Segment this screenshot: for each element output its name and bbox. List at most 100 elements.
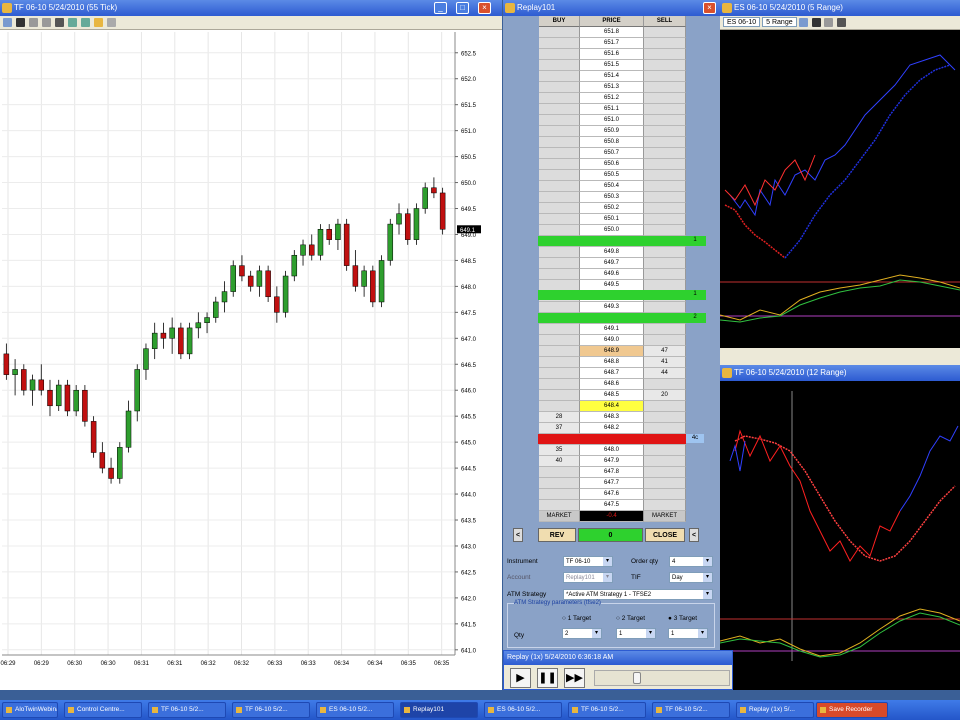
taskbar-item[interactable]: TF 06-10 5/2... xyxy=(568,702,646,718)
dom-price-row[interactable]: 650.9 xyxy=(539,126,686,137)
dom-price-cell[interactable]: 651.8 xyxy=(580,27,644,38)
dom-price-row[interactable]: 37 648.2 xyxy=(539,423,686,434)
dom-buy-cell[interactable] xyxy=(539,181,580,192)
dom-price-cell[interactable]: 648.9 xyxy=(580,346,644,357)
left-arrow-icon[interactable]: < xyxy=(513,528,523,542)
settings-icon[interactable] xyxy=(106,18,116,27)
candle-body[interactable] xyxy=(73,389,79,412)
dom-price-row[interactable]: 650.4 xyxy=(539,181,686,192)
dom-price-row[interactable]: 649.1 xyxy=(539,324,686,335)
close-position-button[interactable]: CLOSE xyxy=(645,528,685,542)
candle-body[interactable] xyxy=(108,467,114,479)
pencil-icon[interactable] xyxy=(15,18,25,27)
dom-price-row[interactable]: 648.8 41 xyxy=(539,357,686,368)
candle-body[interactable] xyxy=(82,389,88,422)
dom-price-cell[interactable]: 650.7 xyxy=(580,148,644,159)
candle-body[interactable] xyxy=(335,223,341,240)
dom-buy-cell[interactable] xyxy=(539,137,580,148)
taskbar-item[interactable]: TF 06-10 5/2... xyxy=(232,702,310,718)
dom-sell-cell[interactable] xyxy=(644,423,686,434)
candle-body[interactable] xyxy=(117,447,123,479)
dom-buy-cell[interactable] xyxy=(539,71,580,82)
candle-body[interactable] xyxy=(247,275,254,287)
dom-buy-cell[interactable] xyxy=(539,93,580,104)
dom-price-cell[interactable]: 651.0 xyxy=(580,115,644,126)
dom-price-cell[interactable]: 649.0 xyxy=(580,335,644,346)
candlestick-chart[interactable]: 652.5 652.0 651.5 651.0 650.5 650.0 649.5 649.0… xyxy=(0,30,502,680)
close-icon[interactable]: × xyxy=(478,2,491,14)
candle-body[interactable] xyxy=(221,291,228,303)
dom-price-cell[interactable]: 648.8 xyxy=(580,357,644,368)
candle-body[interactable] xyxy=(125,410,132,448)
green-badge-3[interactable]: 2 xyxy=(686,313,704,322)
dom-price-row[interactable]: 651.2 xyxy=(539,93,686,104)
dom-sell-cell[interactable] xyxy=(644,170,686,181)
dom-price-row[interactable]: 650.2 xyxy=(539,203,686,214)
dom-price-cell[interactable]: 649.7 xyxy=(580,258,644,269)
dom-price-row[interactable]: 650.6 xyxy=(539,159,686,170)
dom-price-cell[interactable]: 649.6 xyxy=(580,269,644,280)
dom-buy-cell[interactable] xyxy=(539,203,580,214)
dom-price-row[interactable]: 650.1 xyxy=(539,214,686,225)
dom-price-row[interactable]: 648.4 xyxy=(539,401,686,412)
dom-sell-cell[interactable] xyxy=(644,27,686,38)
dom-price-row[interactable]: 648.7 44 xyxy=(539,368,686,379)
dom-order-row-green-3[interactable] xyxy=(538,313,706,323)
atm-strategy-select[interactable]: *Active ATM Strategy 1 - TFSE2 xyxy=(563,589,713,600)
dom-price-cell[interactable]: 650.4 xyxy=(580,181,644,192)
candle-body[interactable] xyxy=(195,322,202,329)
dom-sell-cell[interactable] xyxy=(644,115,686,126)
dom-buy-cell[interactable] xyxy=(539,126,580,137)
dom-sell-cell[interactable] xyxy=(644,269,686,280)
dom-buy-cell[interactable]: 35 xyxy=(539,445,580,456)
dom-price-cell[interactable]: 651.4 xyxy=(580,71,644,82)
candle-body[interactable] xyxy=(55,384,62,407)
superdom-window[interactable]: Replay101 × BUY PRICE SELL 651.8 651.7 651… xyxy=(503,0,720,690)
properties-icon[interactable] xyxy=(67,18,77,27)
dom-sell-cell[interactable] xyxy=(644,467,686,478)
candle-body[interactable] xyxy=(12,369,18,375)
dom-sell-cell[interactable] xyxy=(644,225,686,236)
dom-buy-cell[interactable] xyxy=(539,335,580,346)
dom-price-row[interactable]: 648.5 20 xyxy=(539,390,686,401)
dom-sell-cell[interactable]: 47 xyxy=(644,346,686,357)
dom-price-cell[interactable]: 651.1 xyxy=(580,104,644,115)
candle-body[interactable] xyxy=(143,348,149,370)
candle-body[interactable] xyxy=(265,270,271,298)
dom-sell-cell[interactable] xyxy=(644,324,686,335)
dom-price-row[interactable]: 651.7 xyxy=(539,38,686,49)
dom-buy-cell[interactable] xyxy=(539,379,580,390)
dom-buy-cell[interactable] xyxy=(539,115,580,126)
taskbar-item[interactable]: Control Centre... xyxy=(64,702,142,718)
candle-body[interactable] xyxy=(90,421,97,453)
dom-sell-cell[interactable] xyxy=(644,214,686,225)
dom-price-cell[interactable]: 648.6 xyxy=(580,379,644,390)
qty-3-input[interactable]: 1 xyxy=(668,628,708,639)
dom-price-cell[interactable]: 651.7 xyxy=(580,38,644,49)
indicators-icon[interactable] xyxy=(80,18,90,27)
candle-body[interactable] xyxy=(160,332,167,339)
play-icon[interactable]: ▶ xyxy=(510,668,531,688)
dom-price-row[interactable]: 40 647.9 xyxy=(539,456,686,467)
dom-price-cell[interactable]: 650.0 xyxy=(580,225,644,236)
chart2-cursor-icon[interactable] xyxy=(798,18,808,27)
candle-body[interactable] xyxy=(256,270,263,287)
dom-buy-cell[interactable] xyxy=(539,401,580,412)
dom-sell-cell[interactable] xyxy=(644,93,686,104)
dom-buy-cell[interactable] xyxy=(539,60,580,71)
dom-stop-row-red[interactable] xyxy=(538,434,686,444)
dom-sell-cell[interactable] xyxy=(644,203,686,214)
dom-buy-cell[interactable] xyxy=(539,478,580,489)
dom-buy-cell[interactable] xyxy=(539,324,580,335)
dom-sell-cell[interactable] xyxy=(644,478,686,489)
dom-sell-cell[interactable] xyxy=(644,71,686,82)
tif-select[interactable]: Day xyxy=(669,572,713,583)
candle-body[interactable] xyxy=(422,187,428,209)
taskbar-item[interactable]: Replay101 xyxy=(400,702,478,718)
dom-price-row[interactable]: 650.8 xyxy=(539,137,686,148)
chart2-plot[interactable] xyxy=(720,30,960,348)
candle-body[interactable] xyxy=(213,301,219,318)
dom-buy-cell[interactable]: 37 xyxy=(539,423,580,434)
green-badge-1[interactable]: 1 xyxy=(686,236,704,245)
dom-price-cell[interactable]: 650.9 xyxy=(580,126,644,137)
